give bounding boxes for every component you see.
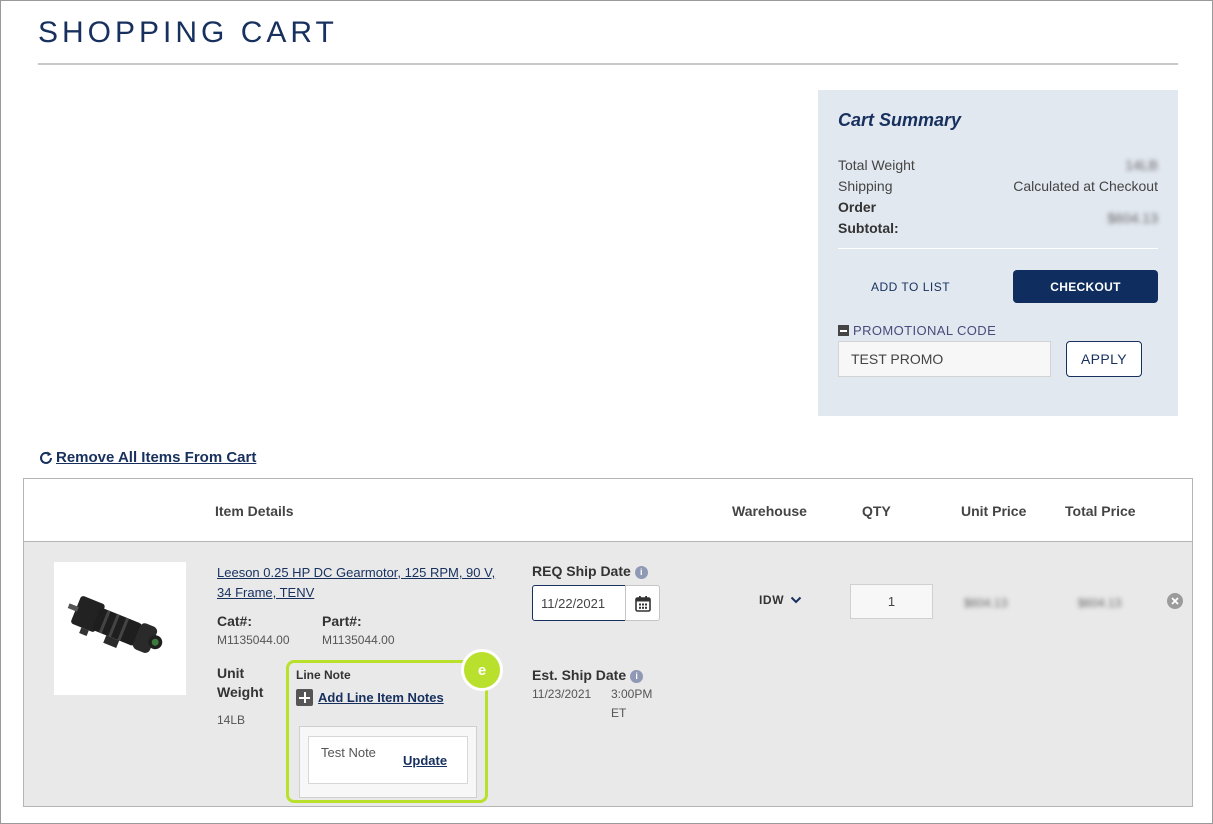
part-label: Part#: bbox=[322, 613, 362, 629]
promo-code-input[interactable] bbox=[838, 341, 1051, 377]
shipping-row: Shipping Calculated at Checkout bbox=[838, 178, 1158, 194]
warehouse-select[interactable]: IDW bbox=[759, 593, 802, 607]
apply-promo-button[interactable]: APPLY bbox=[1066, 341, 1142, 377]
cart-summary-panel: Cart Summary Total Weight 14LB Shipping … bbox=[818, 90, 1178, 416]
subtotal-label-line1: Order bbox=[838, 199, 877, 215]
remove-all-label: Remove All Items From Cart bbox=[56, 449, 257, 466]
total-weight-value: 14LB bbox=[1125, 157, 1158, 173]
unit-weight-value: 14LB bbox=[217, 713, 246, 727]
minus-square-icon bbox=[838, 325, 849, 336]
add-line-item-notes-link[interactable]: Add Line Item Notes bbox=[296, 689, 444, 706]
total-weight-row: Total Weight 14LB bbox=[838, 157, 1158, 173]
line-note-panel: Test Note Update bbox=[299, 726, 477, 798]
calendar-button[interactable] bbox=[625, 585, 660, 621]
est-ship-date-text: Est. Ship Date bbox=[532, 667, 627, 683]
req-ship-date-label: REQ Ship Date i bbox=[532, 563, 648, 579]
req-ship-date-text: REQ Ship Date bbox=[532, 563, 631, 579]
subtotal-label-line2: Subtotal: bbox=[838, 220, 899, 236]
cart-summary-title: Cart Summary bbox=[838, 110, 962, 130]
est-ship-timezone: ET bbox=[611, 706, 627, 720]
unit-weight-label-line1: Unit bbox=[217, 665, 245, 681]
est-ship-time-value: 3:00PM bbox=[611, 687, 653, 701]
quantity-input[interactable] bbox=[850, 584, 933, 619]
summary-divider bbox=[838, 248, 1158, 249]
req-ship-date-picker bbox=[532, 585, 660, 621]
total-weight-label: Total Weight bbox=[838, 157, 915, 173]
close-circle-icon bbox=[1171, 597, 1179, 605]
cat-label: Cat#: bbox=[217, 613, 253, 629]
line-note-field[interactable]: Test Note Update bbox=[308, 736, 468, 784]
cat-value: M1135044.00 bbox=[217, 633, 290, 647]
subtotal-value: $604.13 bbox=[1107, 210, 1158, 226]
header-unit-price: Unit Price bbox=[961, 503, 1027, 519]
line-note-title: Line Note bbox=[296, 668, 351, 682]
step-badge: e bbox=[461, 649, 503, 691]
subtotal-row: Order Subtotal: $604.13 bbox=[838, 197, 1158, 239]
subtotal-label: Order Subtotal: bbox=[838, 197, 899, 239]
gearmotor-image bbox=[67, 596, 163, 653]
unit-weight-label-line2: Weight bbox=[217, 684, 264, 700]
line-note-text: Test Note bbox=[321, 745, 376, 760]
product-name-link[interactable]: Leeson 0.25 HP DC Gearmotor, 125 RPM, 90… bbox=[217, 563, 507, 603]
cart-table: Item Details Warehouse QTY Unit Price To… bbox=[23, 478, 1193, 807]
header-warehouse: Warehouse bbox=[732, 503, 807, 519]
shipping-label: Shipping bbox=[838, 178, 893, 194]
unit-weight-label: Unit Weight bbox=[217, 664, 263, 702]
calendar-icon bbox=[634, 595, 651, 612]
part-value: M1135044.00 bbox=[322, 633, 395, 647]
est-ship-date-value: 11/23/2021 bbox=[532, 687, 592, 701]
info-icon[interactable]: i bbox=[630, 670, 644, 683]
add-line-item-notes-label: Add Line Item Notes bbox=[318, 690, 444, 705]
promo-code-toggle[interactable]: PROMOTIONAL CODE bbox=[838, 323, 996, 338]
header-qty: QTY bbox=[862, 503, 891, 519]
warehouse-value: IDW bbox=[759, 593, 785, 607]
remove-all-items-link[interactable]: Remove All Items From Cart bbox=[38, 449, 256, 466]
plus-square-icon bbox=[296, 689, 313, 706]
cart-table-header: Item Details Warehouse QTY Unit Price To… bbox=[24, 479, 1192, 542]
page-title: SHOPPING CART bbox=[38, 16, 338, 49]
update-note-button[interactable]: Update bbox=[403, 753, 447, 768]
chevron-down-icon bbox=[790, 596, 802, 604]
header-total-price: Total Price bbox=[1065, 503, 1136, 519]
req-ship-date-input[interactable] bbox=[532, 585, 626, 621]
title-divider bbox=[38, 63, 1178, 65]
unit-price-value: $604.13 bbox=[964, 596, 1008, 610]
total-price-value: $604.13 bbox=[1078, 596, 1122, 610]
est-ship-date-label: Est. Ship Date i bbox=[532, 667, 644, 683]
remove-item-button[interactable] bbox=[1167, 593, 1183, 609]
shipping-value: Calculated at Checkout bbox=[1013, 178, 1158, 194]
add-to-list-button[interactable]: ADD TO LIST bbox=[838, 270, 983, 303]
checkout-button[interactable]: CHECKOUT bbox=[1013, 270, 1158, 303]
header-item-details: Item Details bbox=[215, 503, 294, 519]
promo-code-label: PROMOTIONAL CODE bbox=[853, 323, 997, 338]
product-image[interactable] bbox=[54, 562, 186, 695]
info-icon[interactable]: i bbox=[634, 566, 648, 579]
table-row: Leeson 0.25 HP DC Gearmotor, 125 RPM, 90… bbox=[24, 542, 1192, 806]
refresh-icon bbox=[40, 451, 52, 464]
